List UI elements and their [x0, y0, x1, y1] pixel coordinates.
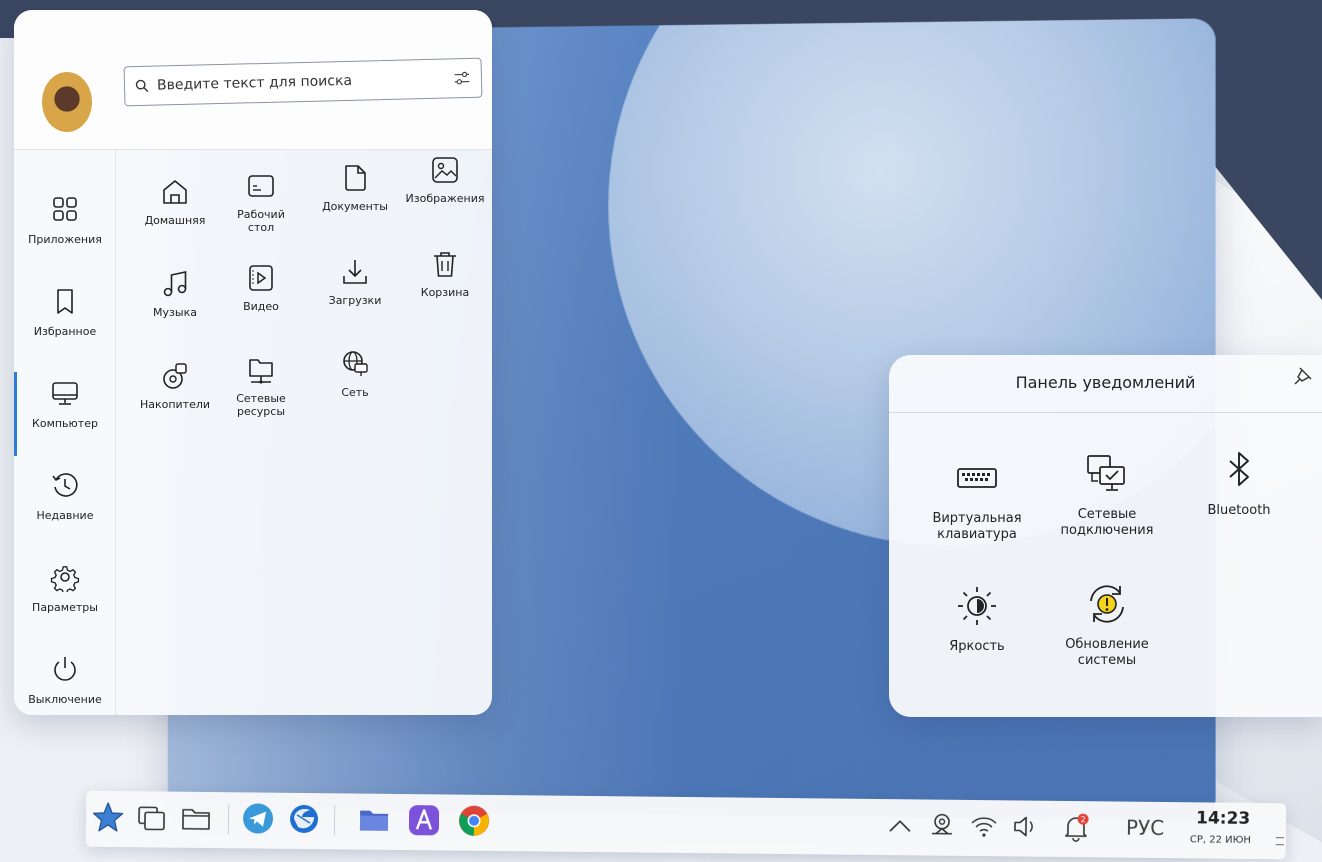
- sidebar-item-favorites[interactable]: Избранное: [14, 276, 116, 360]
- network-folder-icon: [249, 359, 273, 384]
- search-icon: [135, 79, 149, 92]
- toggle-label: Виртуальная клавиатура: [932, 511, 1022, 542]
- place-label: Корзина: [420, 286, 470, 299]
- place-label: Загрузки: [328, 294, 382, 307]
- place-label: Видео: [243, 300, 279, 313]
- webcam-icon[interactable]: [924, 807, 960, 843]
- telegram-icon[interactable]: [240, 800, 276, 836]
- keyboard-icon: [957, 468, 997, 488]
- home-icon: [163, 180, 187, 204]
- place-home[interactable]: Домашняя: [130, 176, 220, 227]
- trash-icon: [434, 252, 456, 277]
- toggle-network-connections[interactable]: Сетевые подключения: [1037, 451, 1177, 539]
- document-icon: [345, 165, 366, 191]
- drives-icon: [163, 363, 187, 389]
- sidebar-item-label: Компьютер: [32, 417, 98, 430]
- notification-panel: Панель уведомлений Виртуальная клавиатур…: [889, 355, 1322, 717]
- place-drives[interactable]: Накопители: [130, 360, 220, 411]
- toggle-label: Bluetooth: [1207, 503, 1271, 518]
- avatar[interactable]: [40, 70, 94, 134]
- taskbar-separator: [227, 804, 230, 835]
- place-desktop[interactable]: Рабочий стол: [216, 170, 306, 234]
- bookmark-icon: [57, 289, 73, 314]
- place-label: Сеть: [341, 386, 369, 399]
- wifi-icon[interactable]: [966, 808, 1002, 844]
- place-documents[interactable]: Документы: [310, 162, 400, 213]
- desktop-icon: [248, 175, 274, 197]
- toggle-system-update[interactable]: Обновление системы: [1037, 581, 1177, 669]
- place-trash[interactable]: Корзина: [400, 248, 490, 299]
- place-label: Сетевые ресурсы: [236, 392, 286, 418]
- network-globe-icon: [343, 351, 368, 376]
- volume-icon[interactable]: [1008, 808, 1044, 844]
- thunderbird-icon[interactable]: [286, 801, 322, 837]
- sidebar-item-recent[interactable]: Недавние: [14, 460, 116, 544]
- language-indicator[interactable]: РУС: [1126, 816, 1164, 840]
- toggle-label: Яркость: [949, 639, 1005, 654]
- start-menu-header: [14, 10, 492, 150]
- notification-count: 2: [1080, 815, 1085, 824]
- pin-icon[interactable]: [1292, 365, 1314, 387]
- files-icon[interactable]: [356, 802, 392, 838]
- place-label: Рабочий стол: [237, 208, 285, 234]
- download-icon: [343, 260, 367, 284]
- toggle-virtual-keyboard[interactable]: Виртуальная клавиатура: [907, 455, 1047, 543]
- show-desktop-handle[interactable]: [1275, 837, 1284, 846]
- toggle-label: Сетевые подключения: [1060, 507, 1154, 538]
- place-label: Накопители: [139, 398, 211, 411]
- bell-icon[interactable]: 2: [1058, 809, 1094, 845]
- taskbar-separator: [333, 805, 336, 836]
- windows-icon[interactable]: [134, 799, 170, 835]
- sidebar-item-settings[interactable]: Параметры: [14, 552, 116, 636]
- place-video[interactable]: Видео: [216, 262, 306, 313]
- taskbar: 2 РУС 14:23 СР, 22 ИЮН: [85, 790, 1287, 860]
- search-box[interactable]: [123, 57, 483, 107]
- sidebar-item-apps[interactable]: Приложения: [14, 184, 116, 268]
- notification-panel-title: Панель уведомлений: [889, 355, 1322, 413]
- monitor-icon: [52, 382, 78, 405]
- start-sidebar: Приложения Избранное Компьютер Недавние …: [14, 150, 116, 715]
- sidebar-item-label: Недавние: [36, 509, 94, 522]
- chevron-up-icon[interactable]: [882, 807, 918, 843]
- search-input[interactable]: [156, 70, 428, 94]
- sidebar-item-label: Избранное: [33, 325, 97, 338]
- folder-icon[interactable]: [178, 800, 214, 836]
- place-label: Домашняя: [144, 214, 206, 227]
- place-network-resources[interactable]: Сетевые ресурсы: [216, 354, 306, 418]
- network-connections-icon: [1087, 455, 1125, 491]
- filter-icon[interactable]: [453, 69, 471, 87]
- place-network[interactable]: Сеть: [310, 348, 400, 399]
- sidebar-item-label: Приложения: [28, 233, 102, 246]
- place-images[interactable]: Изображения: [400, 154, 490, 205]
- sidebar-item-shutdown[interactable]: Выключение: [14, 644, 116, 715]
- place-label: Музыка: [153, 306, 197, 319]
- sidebar-item-label: Выключение: [28, 693, 102, 706]
- toggle-bluetooth[interactable]: Bluetooth: [1169, 447, 1309, 519]
- video-icon: [249, 265, 273, 291]
- power-icon: [54, 657, 76, 681]
- sidebar-item-computer[interactable]: Компьютер: [14, 368, 116, 456]
- bluetooth-icon: [1229, 452, 1249, 486]
- history-icon: [52, 473, 78, 497]
- place-music[interactable]: Музыка: [130, 268, 220, 319]
- system-update-icon: [1090, 585, 1124, 623]
- app-store-icon[interactable]: [406, 802, 442, 838]
- places-grid: Домашняя Рабочий стол Документы Изображе…: [124, 150, 492, 470]
- apps-grid-icon: [53, 197, 77, 221]
- brightness-icon: [958, 587, 996, 625]
- place-label: Документы: [322, 200, 388, 213]
- image-icon: [432, 157, 458, 183]
- toggle-label: Обновление системы: [1065, 637, 1149, 668]
- music-icon: [163, 271, 187, 297]
- gear-icon: [50, 566, 80, 592]
- start-star-icon[interactable]: [90, 799, 126, 835]
- toggle-brightness[interactable]: Яркость: [907, 583, 1047, 655]
- clock-time[interactable]: 14:23: [1196, 808, 1250, 829]
- chrome-icon[interactable]: [456, 803, 492, 839]
- place-label: Изображения: [405, 192, 485, 205]
- start-menu: Приложения Избранное Компьютер Недавние …: [14, 10, 492, 715]
- sidebar-item-label: Параметры: [32, 601, 98, 614]
- clock-date: СР, 22 ИЮН: [1189, 834, 1252, 846]
- place-downloads[interactable]: Загрузки: [310, 256, 400, 307]
